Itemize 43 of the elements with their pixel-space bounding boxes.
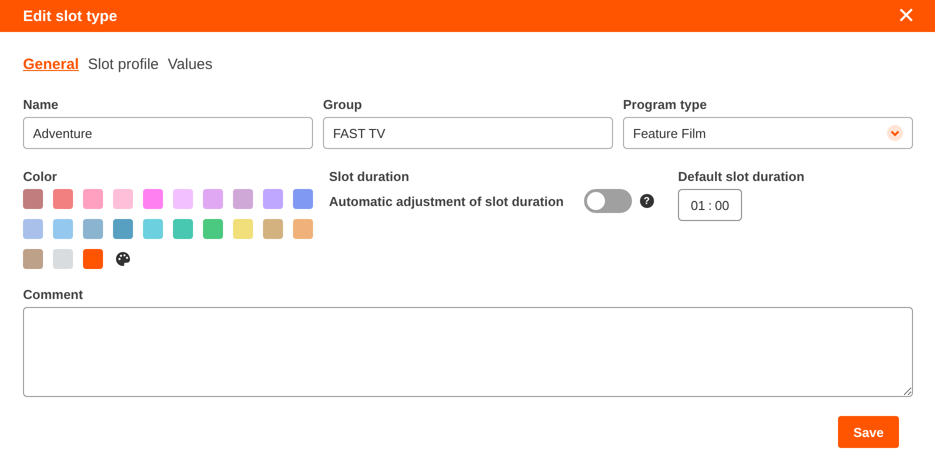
chevron-down-icon xyxy=(887,125,903,141)
window-title: Edit slot type xyxy=(23,8,118,24)
color-swatch[interactable] xyxy=(53,249,73,269)
color-swatch[interactable] xyxy=(203,189,223,209)
tab[interactable]: Values xyxy=(168,56,213,73)
field-label: Program type xyxy=(623,97,708,112)
color-swatch[interactable] xyxy=(293,189,313,209)
field-label: Default slot duration xyxy=(678,169,804,184)
field-label: Slot duration xyxy=(329,169,410,184)
color-swatch[interactable] xyxy=(83,189,103,209)
color-swatch[interactable] xyxy=(23,219,43,239)
color-swatch[interactable] xyxy=(53,219,73,239)
field-label: Color xyxy=(23,169,58,184)
color-swatch[interactable] xyxy=(83,249,103,269)
input-field[interactable]: FAST TV xyxy=(323,117,613,149)
color-swatch[interactable] xyxy=(23,249,43,269)
input-field[interactable]: Adventure xyxy=(23,117,313,149)
comment-field[interactable] xyxy=(23,307,913,397)
palette-icon[interactable] xyxy=(115,251,131,267)
color-swatch[interactable] xyxy=(233,189,253,209)
color-swatch[interactable] xyxy=(53,189,73,209)
color-swatch[interactable] xyxy=(143,219,163,239)
color-swatch[interactable] xyxy=(143,189,163,209)
color-swatch[interactable] xyxy=(203,219,223,239)
help-icon[interactable]: ? xyxy=(640,194,654,208)
field-label: Name xyxy=(23,97,60,112)
dropdown-field[interactable]: Feature Film xyxy=(623,117,913,149)
color-swatch[interactable] xyxy=(23,189,43,209)
color-swatch[interactable] xyxy=(83,219,103,239)
color-swatch[interactable] xyxy=(233,219,253,239)
toggle-label: Automatic adjustment of slot duration xyxy=(329,194,564,208)
field-label: Comment xyxy=(23,287,84,302)
color-swatch[interactable] xyxy=(113,219,133,239)
color-swatch[interactable] xyxy=(263,189,283,209)
color-swatch[interactable] xyxy=(293,219,313,239)
toggle-switch[interactable] xyxy=(584,189,632,213)
color-swatch[interactable] xyxy=(173,219,193,239)
color-swatch[interactable] xyxy=(263,219,283,239)
time-field[interactable]: 01 : 00 xyxy=(678,189,742,221)
field-label: Group xyxy=(323,97,363,112)
tab[interactable]: Slot profile xyxy=(88,56,159,73)
color-swatch[interactable] xyxy=(173,189,193,209)
color-swatch[interactable] xyxy=(113,189,133,209)
